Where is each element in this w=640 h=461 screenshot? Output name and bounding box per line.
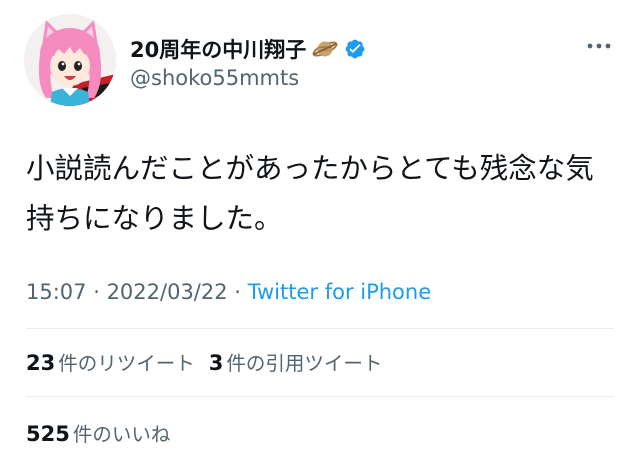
engagement-stats-row: 23 件のリツイート 3 件の引用ツイート <box>26 347 382 376</box>
tweet-meta: 15:07 · 2022/03/22 · Twitter for iPhone <box>26 280 431 304</box>
retweets-stat[interactable]: 23 件のリツイート <box>26 347 195 376</box>
tweet-card: 20周年の中川翔子 @shoko55mmts 小説読んだことがあったからとても残… <box>0 0 640 461</box>
retweet-label: 件のリツイート <box>58 352 195 375</box>
meta-separator: · <box>86 280 107 304</box>
tweet-time[interactable]: 15:07 <box>26 280 87 304</box>
more-options-button[interactable] <box>582 34 616 58</box>
like-count: 525 <box>26 422 70 446</box>
meta-separator: · <box>227 280 248 304</box>
divider <box>26 396 614 397</box>
quote-label: 件の引用ツイート <box>226 352 383 375</box>
tweet-text: 小説読んだことがあったからとても残念な気持ちになりました。 <box>26 152 594 235</box>
divider <box>26 328 614 329</box>
quote-tweets-stat[interactable]: 3 件の引用ツイート <box>209 347 383 376</box>
tweet-source-link[interactable]: Twitter for iPhone <box>248 280 432 304</box>
quote-count: 3 <box>208 351 224 375</box>
planet-emoji-icon <box>312 36 338 62</box>
display-name[interactable]: 20周年の中川翔子 <box>130 34 306 64</box>
avatar[interactable] <box>24 14 116 106</box>
verified-badge-icon <box>344 38 366 60</box>
author-handle[interactable]: @shoko55mmts <box>130 66 299 90</box>
like-label: 件のいいね <box>72 423 171 446</box>
retweet-count: 23 <box>26 351 56 375</box>
tweet-date[interactable]: 2022/03/22 <box>107 280 228 304</box>
likes-stats-row: 525 件のいいね <box>26 418 170 447</box>
author-name-row[interactable]: 20周年の中川翔子 <box>130 32 366 66</box>
more-options-icon <box>587 43 611 49</box>
avatar-illustration <box>24 14 116 106</box>
likes-stat[interactable]: 525 件のいいね <box>26 418 170 447</box>
